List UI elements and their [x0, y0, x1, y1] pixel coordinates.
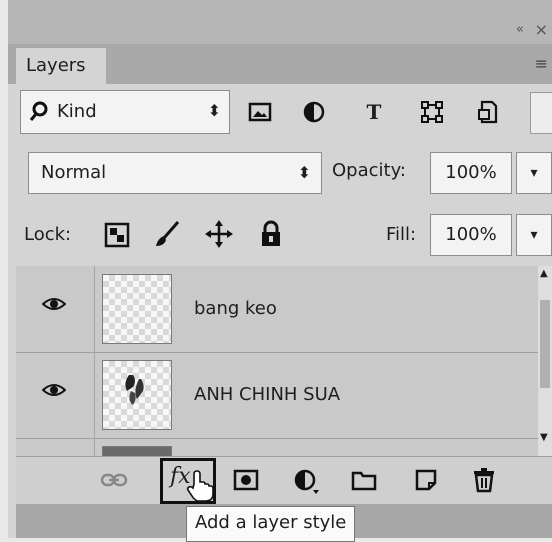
opacity-label: Opacity:: [332, 160, 406, 181]
layer-name[interactable]: ANH CHINH SUA: [194, 384, 340, 405]
blend-mode-select[interactable]: Normal ⬍: [28, 152, 322, 194]
visibility-toggle[interactable]: [16, 438, 95, 456]
layer-thumbnail[interactable]: [102, 360, 172, 430]
filter-kind-select[interactable]: Kind ⬍: [20, 90, 230, 134]
lock-all-icon[interactable]: [256, 218, 286, 250]
collapse-icon[interactable]: «: [516, 22, 524, 37]
stepper-arrows-icon: ⬍: [297, 163, 311, 182]
panel-menu-icon[interactable]: ≡: [535, 54, 548, 73]
image-filter-icon[interactable]: [248, 100, 272, 124]
scroll-up-icon[interactable]: ▲: [540, 268, 548, 279]
trash-icon[interactable]: [470, 466, 498, 494]
tab-layers[interactable]: Layers: [16, 48, 106, 84]
layer-row[interactable]: [16, 438, 538, 456]
visibility-toggle[interactable]: [16, 266, 95, 352]
lock-move-icon[interactable]: [204, 218, 234, 250]
scroll-down-icon[interactable]: ▼: [540, 432, 548, 443]
close-icon[interactable]: ×: [535, 20, 548, 39]
fill-label: Fill:: [386, 224, 417, 245]
layer-name[interactable]: bang keo: [194, 298, 277, 319]
type-filter-icon[interactable]: T: [362, 100, 386, 124]
shape-filter-icon[interactable]: [420, 100, 444, 124]
fill-input[interactable]: 100%: [430, 214, 512, 256]
tooltip: Add a layer style: [186, 506, 356, 542]
hand-cursor-icon: [186, 470, 214, 502]
opacity-dropdown-button[interactable]: ▾: [516, 152, 552, 194]
layers-panel: « × Layers ≡ Kind ⬍ T Normal ⬍ Opacity: …: [8, 0, 552, 542]
lock-transparent-icon[interactable]: [102, 218, 132, 250]
lock-brush-icon[interactable]: [152, 218, 182, 250]
fill-dropdown-button[interactable]: ▾: [516, 214, 552, 256]
layer-thumbnail[interactable]: [102, 274, 172, 344]
scrollbar-thumb[interactable]: [540, 300, 550, 388]
panel-header: « ×: [8, 0, 552, 44]
opacity-input[interactable]: 100%: [430, 152, 512, 194]
filter-toggle-button[interactable]: [530, 92, 552, 134]
eye-icon: [42, 384, 66, 396]
layer-thumbnail[interactable]: [102, 446, 172, 456]
smart-object-filter-icon[interactable]: [476, 100, 500, 124]
lock-label: Lock:: [24, 224, 72, 245]
layers-list: bang keo ANH CHINH SUA: [16, 266, 538, 456]
new-layer-icon[interactable]: [412, 466, 440, 494]
eye-icon: [42, 298, 66, 310]
blend-mode-value: Normal: [41, 162, 107, 183]
filter-kind-label: Kind: [57, 101, 97, 122]
link-icon[interactable]: [100, 466, 128, 494]
adjustment-icon[interactable]: [292, 466, 320, 494]
adjustment-filter-icon[interactable]: [302, 100, 326, 124]
visibility-toggle[interactable]: [16, 352, 95, 438]
folder-icon[interactable]: [350, 466, 378, 494]
layer-row[interactable]: ANH CHINH SUA: [16, 352, 538, 439]
layer-content-image: [125, 375, 144, 405]
stepper-arrows-icon: ⬍: [207, 101, 221, 120]
search-icon: [29, 91, 49, 133]
mask-icon[interactable]: [232, 466, 260, 494]
tab-bar: Layers ≡: [8, 44, 552, 84]
layer-row[interactable]: bang keo: [16, 266, 538, 353]
